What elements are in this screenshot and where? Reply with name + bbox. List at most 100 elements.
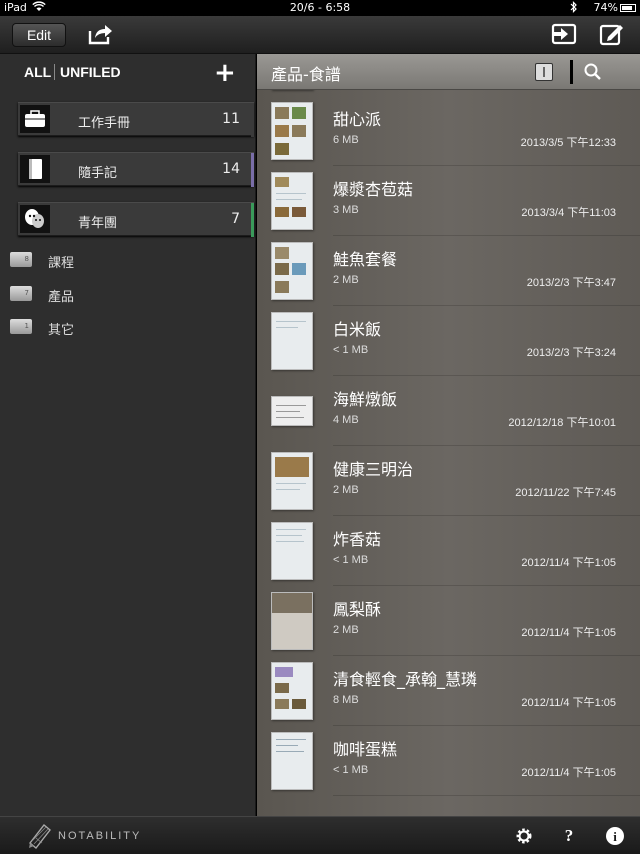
folder-count: 1 [24, 322, 29, 330]
info-icon[interactable]: i [605, 826, 625, 846]
brand-name: NOTABILITY [58, 830, 142, 842]
status-time: 20/6 - 6:58 [289, 1, 351, 14]
note-size: 4 MB [333, 414, 359, 426]
page-title: 產品-食譜 [271, 65, 341, 84]
note-row[interactable]: 白米飯 < 1 MB 2013/2/3 下午3:24 [257, 306, 640, 376]
note-size: 6 MB [333, 134, 359, 146]
edit-button[interactable]: Edit [12, 23, 66, 47]
note-date: 2012/12/18 下午10:01 [508, 417, 616, 429]
status-bar: iPad 20/6 - 6:58 74% [0, 0, 640, 16]
note-thumbnail [271, 452, 313, 510]
note-title: 白米飯 [333, 320, 382, 339]
header-divider [570, 60, 573, 84]
notebook-count: 14 [222, 161, 240, 177]
note-title: 健康三明治 [333, 460, 414, 479]
note-row[interactable]: 甜心派 6 MB 2013/3/5 下午12:33 [257, 96, 640, 166]
folder-item[interactable]: 7 產品 [10, 284, 210, 305]
notebook-item[interactable]: 工作手冊 11 [18, 102, 254, 137]
note-title: 鮭魚套餐 [333, 250, 398, 269]
note-date: 2013/3/5 下午12:33 [520, 137, 616, 149]
search-icon[interactable] [583, 62, 603, 82]
notebook-icon [20, 155, 50, 183]
folder-item[interactable]: 1 其它 [10, 317, 210, 338]
battery-percent: 74% [593, 1, 618, 14]
note-size: < 1 MB [333, 344, 369, 356]
import-icon[interactable] [550, 21, 580, 49]
note-row[interactable]: 清食輕食_承翰_慧璘 8 MB 2012/11/4 下午1:05 [257, 656, 640, 726]
bluetooth-icon [570, 1, 578, 16]
help-icon[interactable]: ? [559, 826, 579, 846]
compose-icon[interactable] [598, 21, 628, 49]
note-row[interactable]: 鮭魚套餐 2 MB 2013/2/3 下午3:47 [257, 236, 640, 306]
notebook-count: 7 [231, 211, 240, 227]
note-row[interactable]: 海鮮燉飯 4 MB 2012/12/18 下午10:01 [257, 376, 640, 446]
notes-header: 產品-食譜 [257, 54, 640, 90]
note-title: 鳳梨酥 [333, 600, 382, 619]
notes-panel: 產品-食譜 甜心派 6 MB 2013/3/5 下午12:33 爆漿杏苞菇 3 … [257, 54, 640, 816]
note-date: 2012/11/4 下午1:05 [521, 697, 616, 709]
folder-item[interactable]: 8 課程 [10, 250, 210, 271]
note-date: 2012/11/4 下午1:05 [521, 767, 616, 779]
sidebar-header: ALL UNFILED + [0, 54, 256, 90]
share-icon[interactable] [86, 21, 116, 49]
note-date: 2013/2/3 下午3:24 [526, 347, 616, 359]
folder-count: 7 [24, 289, 29, 297]
notebook-label: 工作手冊 [78, 116, 131, 131]
note-row[interactable]: 咖啡蛋糕 < 1 MB 2012/11/4 下午1:05 [257, 726, 640, 796]
top-toolbar: Edit [0, 16, 640, 54]
plus-icon[interactable]: + [214, 58, 236, 88]
folder-label: 其它 [48, 323, 75, 338]
note-row[interactable]: 爆漿杏苞菇 3 MB 2013/3/4 下午11:03 [257, 166, 640, 236]
filter-unfiled[interactable]: UNFILED [60, 64, 121, 80]
note-title: 咖啡蛋糕 [333, 740, 398, 759]
note-size: 8 MB [333, 694, 359, 706]
folder-count: 8 [24, 255, 29, 263]
notebook-color-strip [251, 203, 254, 237]
note-size: 2 MB [333, 484, 359, 496]
filter-divider [54, 64, 55, 80]
notebook-item[interactable]: 隨手記 14 [18, 152, 254, 187]
folder-icon: 8 [10, 252, 32, 267]
briefcase-icon [20, 105, 50, 133]
note-row[interactable]: 鳳梨酥 2 MB 2012/11/4 下午1:05 [257, 586, 640, 656]
note-thumbnail [271, 732, 313, 790]
folder-icon: 7 [10, 286, 32, 301]
note-title: 爆漿杏苞菇 [333, 180, 414, 199]
note-title: 清食輕食_承翰_慧璘 [333, 670, 478, 689]
note-title: 海鮮燉飯 [333, 390, 398, 409]
folder-label: 產品 [48, 290, 75, 305]
note-date: 2012/11/4 下午1:05 [521, 627, 616, 639]
notebook-color-strip [251, 103, 254, 137]
note-row[interactable]: 炸香菇 < 1 MB 2012/11/4 下午1:05 [257, 516, 640, 586]
bottom-toolbar: NOTABILITY ? i [0, 816, 640, 854]
note-title: 炸香菇 [333, 530, 382, 549]
row-divider [333, 795, 640, 796]
note-date: 2012/11/4 下午1:05 [521, 557, 616, 569]
note-thumbnail [271, 396, 313, 426]
note-thumbnail [271, 522, 313, 580]
note-thumbnail [271, 242, 313, 300]
settings-gear-icon[interactable] [514, 826, 534, 846]
notebook-label: 隨手記 [78, 166, 118, 181]
note-thumbnail [271, 172, 313, 230]
note-size: 2 MB [333, 624, 359, 636]
battery-icon [620, 4, 636, 12]
filter-all[interactable]: ALL [24, 64, 51, 80]
note-size: 3 MB [333, 204, 359, 216]
info-label: i [613, 829, 617, 844]
folder-label: 課程 [48, 256, 75, 271]
note-date: 2013/2/3 下午3:47 [526, 277, 616, 289]
note-date: 2013/3/4 下午11:03 [521, 207, 616, 219]
sidebar: ALL UNFILED + 工作手冊 11 隨手記 14 青年團 7 8 課程 … [0, 54, 256, 816]
sort-icon[interactable] [535, 63, 553, 81]
note-thumbnail [271, 312, 313, 370]
notebook-item[interactable]: 青年團 7 [18, 202, 254, 237]
note-thumbnail [271, 662, 313, 720]
note-row[interactable]: 健康三明治 2 MB 2012/11/22 下午7:45 [257, 446, 640, 516]
note-thumbnail [271, 592, 313, 650]
theater-masks-icon [20, 205, 50, 233]
note-size: < 1 MB [333, 554, 369, 566]
note-thumbnail [271, 102, 313, 160]
note-size: < 1 MB [333, 764, 369, 776]
folder-icon: 1 [10, 319, 32, 334]
